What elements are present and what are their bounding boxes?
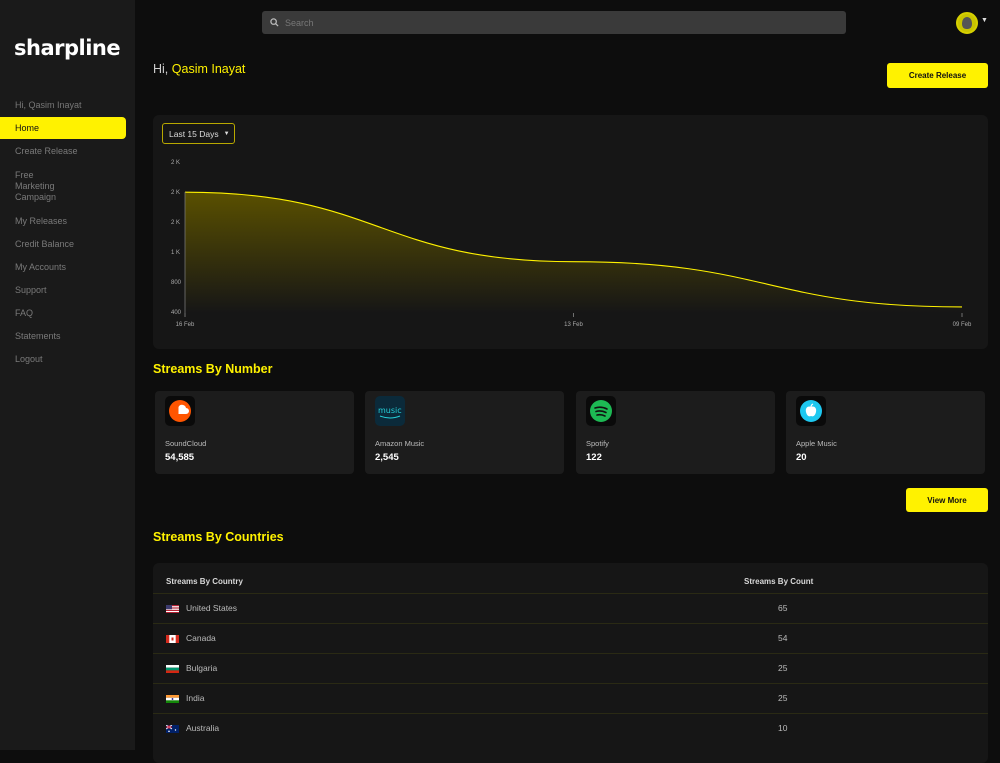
stream-card-amazon-music[interactable]: music Amazon Music 2,545 [365,391,564,474]
country-name: Australia [186,723,220,733]
search-bar[interactable] [262,11,846,34]
stream-name: Spotify [586,439,609,448]
welcome-prefix: Hi, [153,62,169,76]
welcome-name: Qasim Inayat [171,62,246,76]
stream-count: 54,585 [165,452,195,463]
stream-count: 20 [796,452,807,463]
australia-flag [166,725,179,733]
view-more-button[interactable]: View More [906,488,988,512]
canada-flag [166,635,179,643]
stream-name: Amazon Music [375,439,425,448]
brand-logo[interactable]: sharpline [14,36,121,60]
column-header-count: Streams By Count [744,577,814,586]
table-row[interactable]: Australia 10 [153,713,988,744]
sidebar: sharpline Hi, Qasim Inayat Home Create R… [0,0,135,750]
welcome-heading: Hi, Qasim Inayat [153,62,245,76]
streams-by-countries-title: Streams By Countries [153,530,284,544]
column-header-country: Streams By Country [166,577,243,586]
table-row[interactable]: Bulgaria 25 [153,653,988,684]
amazon-music-icon: music [375,396,405,426]
sidebar-nav: Home Create Release Free Marketing Campa… [0,117,126,365]
stream-count: 2,545 [375,452,399,463]
india-flag [166,695,179,703]
sidebar-item-free-marketing-campaign[interactable]: Free Marketing Campaign [0,170,90,203]
sidebar-item-create-release[interactable]: Create Release [0,146,126,157]
sidebar-item-statements[interactable]: Statements [0,331,126,342]
us-flag [166,605,179,613]
bulgaria-flag [166,665,179,673]
avatar-dropdown-icon[interactable]: ▼ [981,17,988,24]
country-count: 25 [778,663,788,673]
sidebar-item-home[interactable]: Home [0,117,126,139]
date-range-select[interactable]: Last 15 Days ▼ [162,123,235,144]
stream-count: 122 [586,452,602,463]
country-name: India [186,693,205,703]
sidebar-item-faq[interactable]: FAQ [0,308,126,319]
stream-card-apple-music[interactable]: Apple Music 20 [786,391,985,474]
sidebar-item-my-accounts[interactable]: My Accounts [0,262,126,273]
user-avatar[interactable] [956,12,978,34]
svg-text:music: music [378,406,402,415]
sidebar-item-credit-balance[interactable]: Credit Balance [0,239,126,250]
country-name: Bulgaria [186,663,218,673]
streams-by-number-title: Streams By Number [153,362,273,376]
stream-card-soundcloud[interactable]: SoundCloud 54,585 [155,391,354,474]
country-name: Canada [186,633,216,643]
sidebar-greeting: Hi, Qasim Inayat [15,100,82,110]
country-count: 54 [778,633,788,643]
apple-music-icon [796,396,826,426]
country-count: 25 [778,693,788,703]
country-name: United States [186,603,238,613]
chevron-down-icon: ▼ [223,130,230,137]
sidebar-item-logout[interactable]: Logout [0,354,126,365]
table-row[interactable]: India 25 [153,683,988,714]
stream-name: Apple Music [796,439,837,448]
search-icon [270,18,279,27]
date-range-label: Last 15 Days [169,128,219,139]
table-row[interactable]: United States 65 [153,593,988,624]
create-release-button[interactable]: Create Release [887,63,988,88]
stream-name: SoundCloud [165,439,207,448]
country-count: 10 [778,723,788,733]
sidebar-item-support[interactable]: Support [0,285,126,296]
country-count: 65 [778,603,788,613]
search-input[interactable] [283,16,807,29]
soundcloud-icon [165,396,195,426]
spotify-icon [586,396,616,426]
sidebar-item-my-releases[interactable]: My Releases [0,216,126,227]
stream-card-spotify[interactable]: Spotify 122 [576,391,775,474]
table-row[interactable]: Canada 54 [153,623,988,654]
streams-chart-card [153,115,988,349]
